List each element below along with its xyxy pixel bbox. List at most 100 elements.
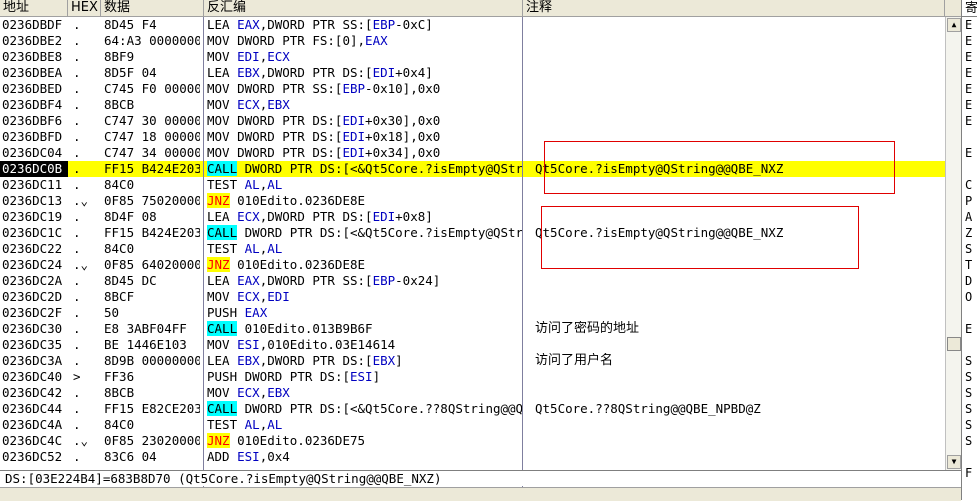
- col-address[interactable]: 地址: [0, 0, 68, 16]
- register-label: S: [965, 242, 973, 256]
- table-row[interactable]: 0236DC40 > FF36 PUSH DWORD PTR DS:[ESI]: [0, 369, 945, 385]
- table-row[interactable]: 0236DC4C .⌄ 0F85 23020000 JNZ 010Edito.0236…: [0, 433, 945, 449]
- table-row[interactable]: 0236DC52. 83C6 04 ADD ESI,0x4: [0, 449, 945, 465]
- register-token: ECX: [237, 289, 260, 304]
- hex-cell: 8D45 F4: [104, 17, 157, 32]
- table-row[interactable]: 0236DC44. FF15 E82CE203 CALL DWORD PTR DS:…: [0, 401, 945, 417]
- table-row[interactable]: 0236DBED. C745 F0 00000000 MOV DWORD PTR S…: [0, 81, 945, 97]
- table-row[interactable]: 0236DC4A. 84C0 TEST AL,AL: [0, 417, 945, 433]
- hex-cell: FF36: [104, 369, 135, 384]
- table-row[interactable]: 0236DBE8. 8BF9 MOV EDI,ECX: [0, 49, 945, 65]
- scroll-down-icon[interactable]: ▼: [947, 455, 961, 469]
- comment-cell: [535, 337, 935, 353]
- column-header: 地址 HEX 数据 反汇编 注释: [0, 0, 977, 17]
- col-data[interactable]: 数据: [101, 0, 204, 16]
- table-row[interactable]: 0236DBEA. 8D5F 04 LEA EBX,DWORD PTR DS:[ED…: [0, 65, 945, 81]
- hex-cell: 8D5F 04: [104, 65, 157, 80]
- flow-marker: .⌄: [73, 433, 89, 448]
- table-row[interactable]: 0236DC35. BE 1446E103 MOV ESI,010Edito.03E…: [0, 337, 945, 353]
- mnemonic: PUSH: [207, 369, 238, 384]
- vertical-scrollbar[interactable]: ▲ ▼: [945, 17, 961, 470]
- operands: 010Edito.0236DE8E: [229, 257, 366, 272]
- register-token: EAX: [237, 273, 260, 288]
- address-cell: 0236DC1C: [2, 225, 63, 240]
- address-cell: 0236DBE2: [2, 33, 63, 48]
- comment-cell: 访问了用户名: [535, 353, 614, 368]
- operands: DWORD PTR DS:[<&Qt5Core.??8QString@@QBE_…: [244, 401, 523, 416]
- register-label: E: [965, 18, 973, 32]
- address-cell: 0236DC22: [2, 241, 63, 256]
- mnemonic: TEST: [207, 241, 238, 256]
- flow-marker: .: [73, 145, 81, 160]
- flow-marker: .: [73, 321, 81, 336]
- address-cell: 0236DC35: [2, 337, 63, 352]
- col-comment[interactable]: 注释: [523, 0, 945, 16]
- operands: ECX,EDI: [237, 289, 290, 304]
- operands: DWORD PTR DS:[EDI+0x30],0x0: [229, 113, 441, 128]
- column-divider: [203, 17, 204, 487]
- operands: ESI,010Edito.03E14614: [237, 337, 396, 352]
- hex-cell: E8 3ABF04FF: [104, 321, 187, 336]
- hex-cell: C747 18 00000000: [104, 129, 200, 144]
- register-token: ESI: [237, 449, 260, 464]
- mnemonic: CALL: [207, 401, 238, 416]
- hex-cell: 8BCF: [104, 289, 135, 304]
- register-label: A: [965, 210, 973, 224]
- table-row[interactable]: 0236DC2D. 8BCF MOV ECX,EDI: [0, 289, 945, 305]
- table-row[interactable]: 0236DBE2. 64:A3 00000000 MOV DWORD PTR FS:…: [0, 33, 945, 49]
- hex-cell: BE 1446E103: [104, 337, 187, 352]
- operands: DWORD PTR DS:[<&Qt5Core.?isEmpty@QString…: [244, 161, 523, 176]
- operands: DWORD PTR FS:[0],EAX: [229, 33, 388, 48]
- asm-cell: CALL DWORD PTR DS:[<&Qt5Core.??8QString@…: [207, 401, 523, 417]
- asm-cell: CALL 010Edito.013B9B6F: [207, 321, 523, 337]
- registers-panel[interactable]: 寄EEEEEEEECPAZSTDOESSSSSSF: [961, 0, 977, 500]
- register-label: [965, 129, 977, 145]
- register-label: [965, 449, 977, 465]
- table-row[interactable]: 0236DC2F. 50 PUSH EAX: [0, 305, 945, 321]
- comment-cell: [535, 65, 935, 81]
- register-label: E: [965, 34, 973, 48]
- hex-cell: 0F85 23020000: [104, 433, 200, 448]
- hex-cell: C747 30 00000000: [104, 113, 200, 128]
- address-cell: 0236DBDF: [2, 17, 63, 32]
- flow-marker: .⌄: [73, 257, 89, 272]
- address-cell: 0236DC2A: [2, 273, 63, 288]
- table-row[interactable]: 0236DC3A. 8D9B 00000000 LEA EBX,DWORD PTR …: [0, 353, 945, 369]
- mnemonic: PUSH: [207, 305, 238, 320]
- register-token: EBX: [267, 97, 290, 112]
- operands: EAX,DWORD PTR SS:[EBP-0xC]: [237, 17, 433, 32]
- col-hex-label[interactable]: HEX: [68, 0, 101, 16]
- mnemonic: CALL: [207, 321, 238, 336]
- flow-marker: .: [73, 385, 81, 400]
- scroll-thumb[interactable]: [947, 337, 961, 351]
- operands: ECX,EBX: [237, 97, 290, 112]
- hex-cell: 50: [104, 305, 120, 320]
- table-row[interactable]: 0236DBDF. 8D45 F4 LEA EAX,DWORD PTR SS:[EB…: [0, 17, 945, 33]
- operands: ECX,DWORD PTR DS:[EDI+0x8]: [237, 209, 433, 224]
- hex-cell: 84C0: [104, 241, 135, 256]
- address-cell: 0236DC2F: [2, 305, 63, 320]
- col-disassembly[interactable]: 反汇编: [204, 0, 523, 16]
- table-row[interactable]: 0236DC2A. 8D45 DC LEA EAX,DWORD PTR SS:[EB…: [0, 273, 945, 289]
- flow-marker: .: [73, 289, 81, 304]
- hex-cell: C747 34 00000000: [104, 145, 200, 160]
- operands: EBX,DWORD PTR DS:[EDI+0x4]: [237, 65, 433, 80]
- table-row[interactable]: 0236DC42. 8BCB MOV ECX,EBX: [0, 385, 945, 401]
- register-label: E: [965, 98, 973, 112]
- register-label: [965, 161, 977, 177]
- flow-marker: .: [73, 97, 81, 112]
- register-label: S: [965, 402, 973, 416]
- mnemonic: MOV: [207, 33, 230, 48]
- mnemonic: MOV: [207, 385, 230, 400]
- table-row[interactable]: 0236DC30. E8 3ABF04FF CALL 010Edito.013B9B…: [0, 321, 945, 337]
- asm-cell: CALL DWORD PTR DS:[<&Qt5Core.?isEmpty@QS…: [207, 225, 523, 241]
- scroll-up-icon[interactable]: ▲: [947, 18, 961, 32]
- register-label: Z: [965, 226, 973, 240]
- table-row[interactable]: 0236DBF6. C747 30 00000000 MOV DWORD PTR D…: [0, 113, 945, 129]
- asm-cell: TEST AL,AL: [207, 417, 523, 433]
- register-label: E: [965, 146, 973, 160]
- register-token: ECX: [267, 49, 290, 64]
- register-label: S: [965, 386, 973, 400]
- register-label: [965, 305, 977, 321]
- table-row[interactable]: 0236DBF4. 8BCB MOV ECX,EBX: [0, 97, 945, 113]
